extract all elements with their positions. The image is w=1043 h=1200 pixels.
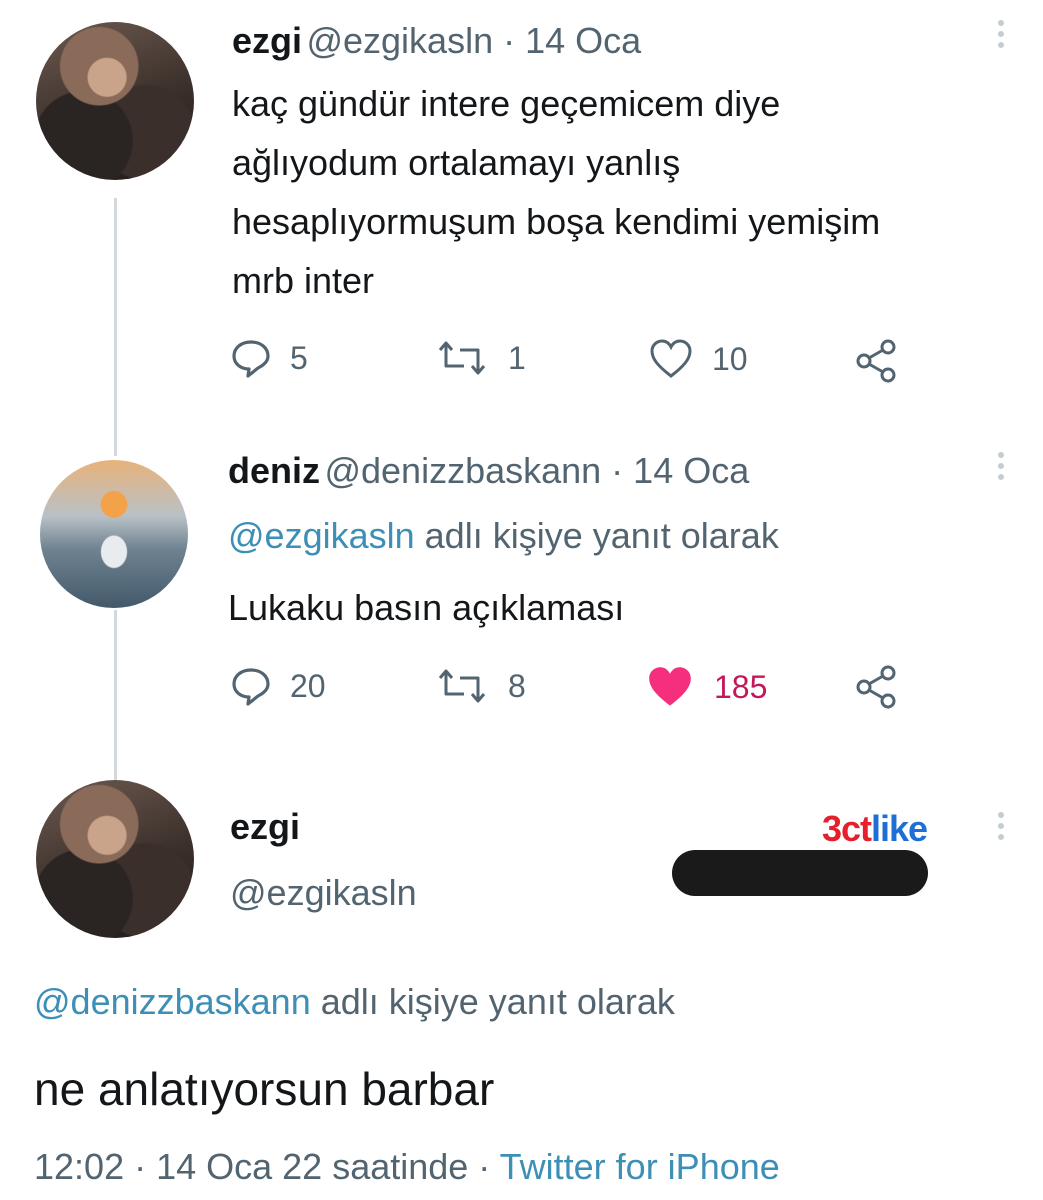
handle: @ezgikasln (230, 872, 417, 913)
share-button[interactable] (852, 338, 920, 384)
handle-date: @ezgikasln · 14 Oca (306, 20, 642, 61)
more-options-icon[interactable] (998, 812, 1006, 845)
avatar[interactable] (36, 22, 194, 180)
more-options-icon[interactable] (998, 452, 1006, 485)
reply-label: adlı kişiye yanıt olarak (320, 981, 675, 1022)
reply-button[interactable]: 5 (230, 338, 308, 378)
retweet-icon (438, 341, 486, 375)
tweet-line: kaç gündür intere geçemicem diye (232, 83, 781, 124)
timestamp[interactable]: 12:02 · 14 Oca 22 saatinde · (34, 1146, 490, 1187)
share-icon (856, 339, 896, 383)
comment-icon (232, 340, 270, 378)
share-button[interactable] (852, 664, 920, 710)
display-name[interactable]: ezgi (232, 20, 302, 61)
avatar[interactable] (40, 460, 188, 608)
like-count: 185 (714, 668, 768, 705)
tweet-footer: 12:02 · 14 Oca 22 saatinde · Twitter for… (34, 1146, 780, 1188)
tweet-line: mrb inter (232, 260, 375, 301)
retweet-button[interactable]: 1 (434, 338, 526, 378)
display-name[interactable]: deniz (228, 450, 320, 491)
reply-label: adlı kişiye yanıt olarak (424, 515, 779, 556)
more-options-icon[interactable] (998, 20, 1006, 53)
thread-line (114, 198, 117, 456)
display-name[interactable]: ezgi (230, 806, 300, 848)
redaction-bar (672, 850, 928, 896)
tweet-text: ne anlatıyorsun barbar (34, 1063, 495, 1115)
reply-context: @ezgikasln adlı kişiye yanıt olarak (228, 506, 779, 565)
tweet-header: ezgi @ezgikasln · 14 Oca (232, 20, 641, 62)
retweet-count: 8 (508, 667, 526, 704)
tweet-text: Lukaku basın açıklaması (228, 587, 625, 628)
comment-icon (232, 668, 270, 706)
like-count: 10 (712, 340, 748, 377)
avatar[interactable] (36, 780, 194, 938)
source-link[interactable]: Twitter for iPhone (500, 1146, 780, 1187)
share-icon (856, 665, 896, 709)
retweet-button[interactable]: 8 (434, 666, 526, 706)
heart-icon (650, 339, 692, 378)
mention-link[interactable]: @ezgikasln (228, 515, 415, 556)
tweet-text: kaç gündür intere geçemicem diye ağlıyod… (232, 74, 1032, 310)
reply-count: 20 (290, 667, 326, 704)
retweet-icon (438, 669, 486, 703)
mention-link[interactable]: @denizzbaskann (34, 981, 311, 1022)
tweet-header: deniz @denizzbaskann · 14 Oca (228, 450, 749, 492)
heart-filled-icon (649, 667, 691, 706)
reply-button[interactable]: 20 (230, 666, 326, 706)
reply-count: 5 (290, 339, 308, 376)
reply-context: @denizzbaskann adlı kişiye yanıt olarak (34, 972, 675, 1031)
thread-line (114, 610, 117, 782)
retweet-count: 1 (508, 339, 526, 376)
tweet-line: ağlıyodum ortalamayı yanlış (232, 142, 681, 183)
like-button[interactable]: 185 (644, 664, 767, 710)
tweet-line: hesaplıyormuşum boşa kendimi yemişim (232, 201, 881, 242)
handle-date: @denizzbaskann · 14 Oca (324, 450, 750, 491)
like-button[interactable]: 10 (648, 338, 748, 380)
watermark-logo: 3ctlike (822, 808, 928, 849)
